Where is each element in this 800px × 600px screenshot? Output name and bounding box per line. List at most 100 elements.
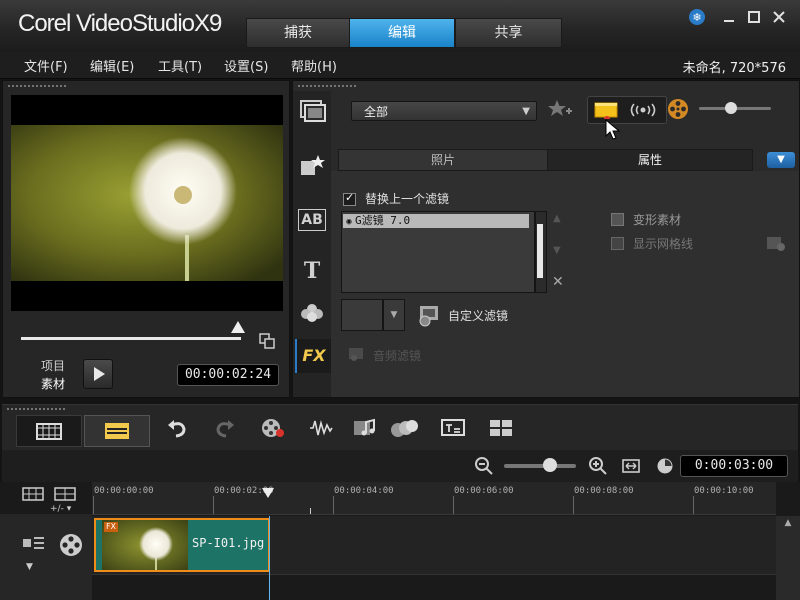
filter-preset-thumbnail[interactable]: [341, 299, 383, 331]
motion-tracking-icon[interactable]: [390, 417, 418, 439]
video-track-icon[interactable]: [58, 532, 84, 558]
auto-music-icon[interactable]: [352, 417, 378, 439]
minimize-icon[interactable]: [720, 8, 738, 26]
move-filter-up-icon[interactable]: ▲: [553, 213, 561, 224]
zoom-slider-track[interactable]: [504, 464, 576, 468]
show-grid-label: 显示网格线: [633, 237, 694, 251]
category-dropdown-value: 全部: [364, 105, 389, 119]
ruler-label: 00:00:10:00: [694, 486, 754, 496]
tab-properties[interactable]: 属性: [547, 149, 753, 171]
deform-clip-label: 变形素材: [633, 213, 682, 227]
ruler-label: 00:00:04:00: [334, 486, 394, 496]
title-icon[interactable]: AB: [297, 205, 327, 233]
playhead-handle[interactable]: [262, 488, 274, 498]
applied-filter-list[interactable]: ◉ G滤镜 7.0: [341, 211, 535, 293]
video-track-header: ▼: [0, 514, 92, 600]
track-add-remove-button[interactable]: +/- ▾: [50, 504, 90, 514]
ripple-editing-icon[interactable]: [22, 534, 46, 552]
menu-edit[interactable]: 编辑(E): [90, 56, 134, 75]
redo-icon[interactable]: [212, 417, 238, 439]
enlarge-preview-icon[interactable]: [259, 333, 275, 349]
zoom-out-icon[interactable]: [474, 456, 494, 476]
video-filter-view-icon[interactable]: [594, 101, 620, 122]
mouse-cursor-icon: [605, 118, 621, 141]
transition-icon[interactable]: [297, 153, 327, 181]
menu-settings[interactable]: 设置(S): [224, 56, 268, 75]
library-category-strip: AB T FX: [293, 91, 331, 397]
timeline-icon: [105, 423, 129, 439]
close-icon[interactable]: [770, 8, 788, 26]
expand-options-icon[interactable]: ▼: [767, 152, 795, 168]
move-filter-down-icon[interactable]: ▼: [553, 245, 561, 256]
chevron-down-icon[interactable]: ▼: [26, 562, 33, 572]
zoom-in-icon[interactable]: [588, 456, 608, 476]
menu-help[interactable]: 帮助(H): [291, 56, 337, 75]
timeline-zoom-bar: 0:00:03:00: [2, 450, 798, 482]
audio-filter-view-icon[interactable]: [628, 101, 658, 119]
audio-filter-label[interactable]: 音频滤镜: [373, 347, 421, 364]
filter-panel-button[interactable]: FX: [295, 339, 331, 373]
help-icon[interactable]: ❄: [688, 8, 706, 26]
add-to-favorites-icon[interactable]: [547, 97, 573, 121]
maximize-icon[interactable]: [745, 8, 763, 26]
tab-capture-label: 捕获: [284, 25, 312, 41]
timecode-display[interactable]: 00:00:02:24: [177, 364, 279, 386]
scroll-up-icon[interactable]: ▲: [776, 518, 800, 528]
timeline-ruler[interactable]: 00:00:00:00 00:00:02:00 00:00:04:00 00:0…: [92, 482, 776, 515]
graphics-icon[interactable]: [297, 299, 327, 327]
play-button[interactable]: [83, 359, 113, 389]
tab-edit[interactable]: 编辑: [349, 18, 455, 48]
mode-clip-label[interactable]: 素材: [41, 375, 65, 392]
multi-camera-icon[interactable]: [488, 417, 514, 439]
category-dropdown[interactable]: 全部 ▼: [351, 101, 537, 121]
video-track[interactable]: FX SP-I01.jpg: [92, 516, 776, 575]
delete-filter-icon[interactable]: ✕: [552, 274, 564, 290]
grid-options-icon[interactable]: [763, 233, 789, 253]
custom-filter-label[interactable]: 自定义滤镜: [448, 307, 508, 324]
track-scrollbar[interactable]: ▲: [776, 516, 800, 600]
film-reel-icon[interactable]: [667, 98, 689, 120]
replace-filter-label: 替换上一个滤镜: [365, 192, 450, 206]
playhead-line[interactable]: [269, 516, 270, 600]
chevron-down-icon[interactable]: ▼: [383, 299, 405, 331]
menu-bar: 文件(F) 编辑(E) 工具(T) 设置(S) 帮助(H) 未命名, 720*5…: [0, 52, 800, 79]
filter-list-scroll-thumb[interactable]: [537, 224, 543, 278]
deform-clip-checkbox[interactable]: [611, 213, 624, 226]
panel-grip[interactable]: [7, 84, 67, 89]
replace-filter-checkbox[interactable]: [343, 191, 356, 206]
undo-icon[interactable]: [164, 417, 190, 439]
menu-file[interactable]: 文件(F): [24, 56, 68, 75]
tab-capture[interactable]: 捕获: [246, 18, 350, 48]
menu-tools[interactable]: 工具(T): [158, 56, 202, 75]
storyboard-view-button[interactable]: [16, 415, 82, 447]
custom-filter-icon[interactable]: [417, 303, 443, 327]
subtitle-editor-icon[interactable]: [440, 417, 466, 439]
preview-screen: [11, 95, 283, 311]
chapter-point-icon[interactable]: [54, 486, 76, 502]
tab-photo[interactable]: 照片: [338, 149, 548, 171]
timeline-clip[interactable]: FX SP-I01.jpg: [94, 518, 270, 572]
show-grid-checkbox[interactable]: [611, 237, 624, 250]
tab-share[interactable]: 共享: [455, 18, 562, 48]
track-manager-icon[interactable]: [22, 486, 44, 502]
scrubber-handle[interactable]: [231, 321, 245, 333]
timeline-view-button[interactable]: [84, 415, 150, 447]
sound-mixer-icon[interactable]: [308, 417, 334, 439]
fit-project-icon[interactable]: [622, 457, 640, 475]
scrubber-track[interactable]: [21, 337, 241, 340]
thumbnail-size-thumb[interactable]: [725, 102, 737, 114]
mode-project-label[interactable]: 项目: [41, 357, 65, 374]
text-icon[interactable]: T: [297, 257, 327, 285]
zoom-slider-thumb[interactable]: [543, 458, 557, 472]
list-item[interactable]: ◉ G滤镜 7.0: [343, 214, 529, 228]
panel-grip[interactable]: [6, 407, 66, 412]
preview-panel: 项目 素材 00:00:02:24: [2, 80, 290, 398]
audio-filter-icon[interactable]: [347, 345, 367, 363]
media-library-icon[interactable]: [297, 97, 327, 125]
project-duration-display[interactable]: 0:00:03:00: [680, 455, 788, 477]
eye-icon[interactable]: ◉: [343, 215, 355, 229]
panel-grip[interactable]: [297, 84, 357, 89]
ruler-tick: [93, 496, 94, 514]
record-capture-icon[interactable]: [260, 417, 286, 439]
chevron-down-icon: ▾: [66, 504, 72, 514]
